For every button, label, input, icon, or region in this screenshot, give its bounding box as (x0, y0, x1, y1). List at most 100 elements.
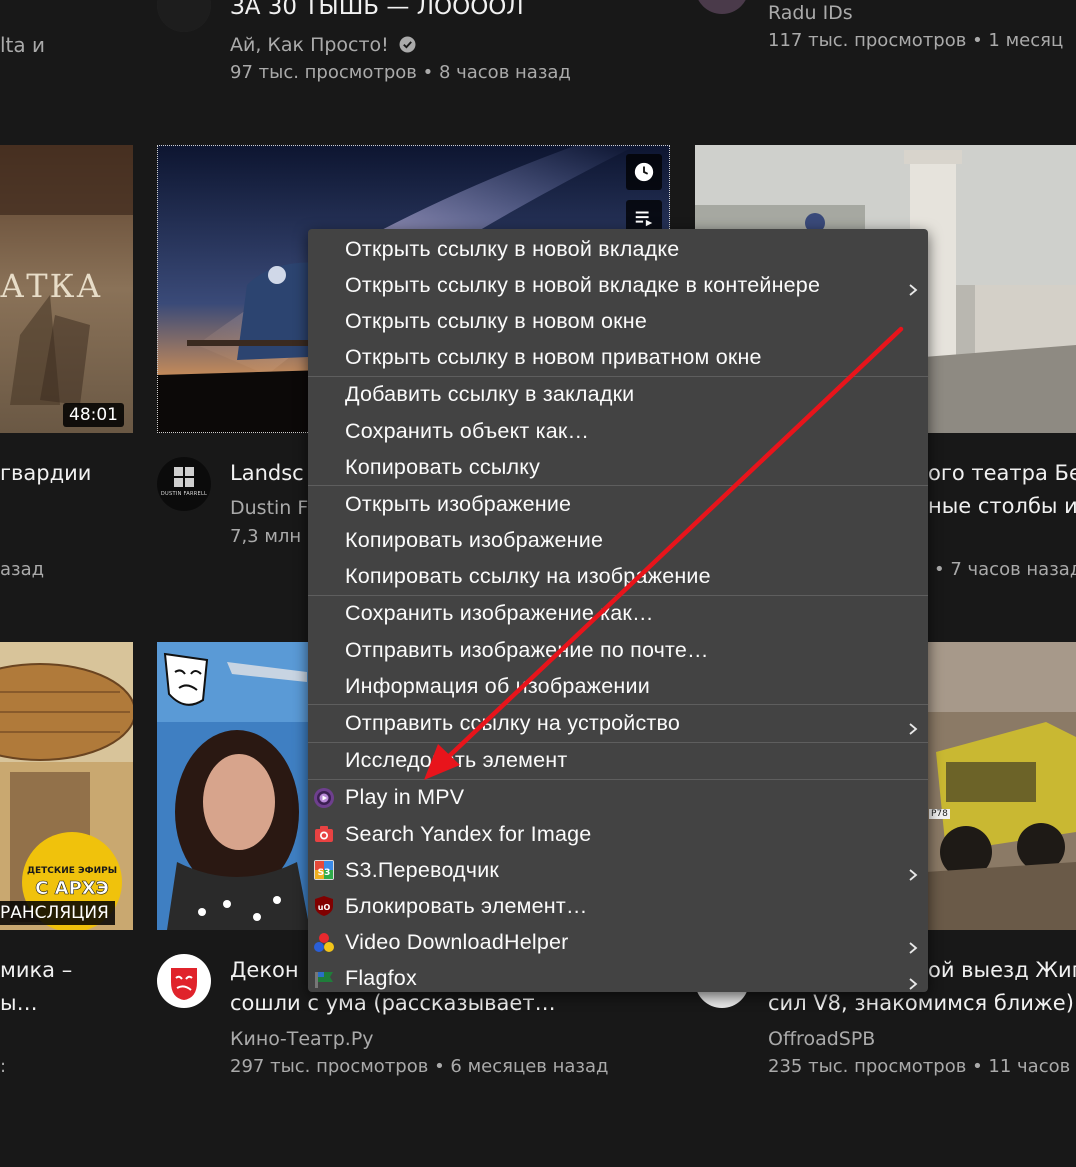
verified-icon (399, 36, 416, 53)
menu-item-0-0[interactable]: Открыть ссылку в новой вкладке (308, 231, 928, 267)
menu-item-0-2[interactable]: Открыть ссылку в новом окне (308, 303, 928, 339)
menu-item-3-0[interactable]: Сохранить изображение как… (308, 596, 928, 632)
video-meta: 7,3 млн (230, 526, 302, 547)
thumbnail-image (157, 642, 310, 930)
s3-translator-icon: S3 (313, 859, 335, 881)
video-meta: 235 тыс. просмотров • 11 часов (768, 1056, 1071, 1077)
channel-name[interactable]: Кино-Театр.Ру (230, 1028, 374, 1050)
video-downloadhelper-icon (313, 932, 335, 954)
menu-item-2-0[interactable]: Открыть изображение (308, 486, 928, 522)
menu-item-label: Открыть ссылку в новом приватном окне (345, 345, 762, 370)
avatar-image (157, 0, 211, 32)
video-meta: • 7 часов назад (934, 559, 1076, 580)
avatar-image (174, 467, 194, 487)
menu-item-label: Play in MPV (345, 785, 465, 810)
menu-item-6-4[interactable]: Video DownloadHelper (308, 925, 928, 961)
thumbnail-image (926, 642, 1076, 930)
menu-item-label: Отправить ссылку на устройство (345, 711, 681, 736)
menu-item-6-3[interactable]: uO Блокировать элемент… (308, 888, 928, 924)
menu-item-label: Сохранить изображение как… (345, 601, 654, 626)
svg-text:S3: S3 (318, 868, 331, 878)
menu-item-0-1[interactable]: Открыть ссылку в новой вкладке в контейн… (308, 267, 928, 303)
menu-item-label: Открыть ссылку в новой вкладке в контейн… (345, 272, 821, 297)
license-plate: Р78 (929, 809, 950, 819)
video-title-line[interactable]: ные столбы и (928, 494, 1076, 518)
menu-item-3-1[interactable]: Отправить изображение по почте… (308, 632, 928, 668)
menu-item-2-1[interactable]: Копировать изображение (308, 523, 928, 559)
mpv-icon (313, 787, 335, 809)
chevron-right-icon (906, 278, 920, 296)
channel-name[interactable]: Dustin F (230, 497, 308, 519)
menu-item-label: Исследовать элемент (345, 748, 568, 773)
menu-item-1-1[interactable]: Сохранить объект как… (308, 413, 928, 449)
menu-item-6-1[interactable]: Search Yandex for Image (308, 816, 928, 852)
video-title[interactable]: ЗА 30 ТЫШЬ — ЛООООЛ (230, 0, 524, 20)
menu-item-1-0[interactable]: Добавить ссылку в закладки (308, 377, 928, 413)
menu-item-label: Открыть изображение (345, 491, 572, 516)
video-title-line[interactable]: ой выезд Жиг (928, 958, 1076, 982)
video-meta: 117 тыс. просмотров • 1 месяц (768, 30, 1064, 51)
menu-item-label: Video DownloadHelper (345, 930, 569, 955)
menu-item-label: Копировать ссылку на изображение (345, 564, 711, 589)
video-meta: 297 тыс. просмотров • 6 месяцев назад (230, 1056, 609, 1077)
menu-item-label: Открыть ссылку в новом окне (345, 308, 647, 333)
camera-icon (313, 823, 335, 845)
context-menu: Открыть ссылку в новой вкладке Открыть сс… (308, 229, 928, 992)
menu-item-2-2[interactable]: Копировать ссылку на изображение (308, 559, 928, 595)
flagfox-icon (313, 968, 335, 990)
video-title-fragment[interactable]: гвардии (0, 461, 91, 485)
menu-item-4-0[interactable]: Отправить ссылку на устройство (308, 705, 928, 741)
video-thumbnail[interactable] (157, 642, 310, 930)
ublock-icon: uO (313, 895, 335, 917)
chevron-right-icon (906, 972, 920, 990)
video-thumbnail[interactable]: АТКА 48:01 (0, 145, 133, 433)
video-title-line[interactable]: Декон (230, 958, 299, 982)
menu-item-label: Search Yandex for Image (345, 821, 592, 846)
svg-text:uO: uO (318, 903, 331, 912)
video-thumbnail[interactable]: Р78 (926, 642, 1076, 930)
menu-item-label: Информация об изображении (345, 673, 650, 698)
video-title-fragment[interactable]: lta и (0, 33, 45, 57)
clock-icon (634, 162, 654, 182)
menu-item-1-2[interactable]: Копировать ссылку (308, 449, 928, 485)
menu-item-label: Сохранить объект как… (345, 418, 590, 443)
menu-item-0-3[interactable]: Открыть ссылку в новом приватном окне (308, 340, 928, 376)
menu-item-label: Отправить изображение по почте… (345, 637, 709, 662)
menu-item-label: Копировать изображение (345, 528, 604, 553)
menu-item-label: Копировать ссылку (345, 454, 541, 479)
menu-item-label: Добавить ссылку в закладки (345, 382, 635, 407)
menu-item-label: Открыть ссылку в новой вкладке (345, 236, 680, 261)
channel-name[interactable]: Radu IDs (768, 2, 853, 24)
video-thumbnail[interactable]: ДЕТСКИЕ ЭФИРЫ С АРХЭ РАНСЛЯЦИЯ (0, 642, 133, 930)
menu-item-6-2[interactable]: S3 S3.Переводчик (308, 852, 928, 888)
video-meta-fragment: : (0, 1056, 7, 1077)
channel-name[interactable]: Ай, Как Просто! (230, 34, 416, 56)
menu-item-6-0[interactable]: Play in MPV (308, 780, 928, 816)
menu-item-label: S3.Переводчик (345, 857, 500, 882)
channel-name[interactable]: OffroadSPB (768, 1028, 875, 1050)
queue-icon (635, 211, 653, 227)
video-title-line[interactable]: мика – (0, 958, 72, 982)
video-title-line[interactable]: ого театра Бел (928, 461, 1076, 485)
video-title[interactable]: Landsc (230, 461, 304, 485)
watch-later-button[interactable] (626, 154, 662, 190)
video-duration: 48:01 (63, 403, 124, 427)
chevron-right-icon (906, 936, 920, 954)
channel-avatar[interactable] (695, 0, 749, 14)
avatar-text: DUSTIN FARRELL (160, 491, 208, 497)
menu-item-3-2[interactable]: Информация об изображении (308, 668, 928, 704)
channel-avatar[interactable] (157, 954, 211, 1008)
menu-item-6-5[interactable]: Flagfox (308, 961, 928, 997)
badge-text: С АРХЭ (35, 878, 109, 900)
theater-mask-icon (171, 968, 197, 1000)
channel-name-text: Ай, Как Просто! (230, 34, 389, 56)
channel-avatar[interactable]: DUSTIN FARRELL (157, 457, 211, 511)
menu-item-5-0[interactable]: Исследовать элемент (308, 743, 928, 779)
chevron-right-icon (906, 863, 920, 881)
video-title-line[interactable]: ы… (0, 991, 38, 1015)
menu-item-label: Блокировать элемент… (345, 893, 588, 918)
chevron-right-icon (906, 717, 920, 735)
channel-avatar[interactable] (157, 0, 211, 32)
thumbnail-text: АТКА (0, 267, 103, 305)
video-meta: 97 тыс. просмотров • 8 часов назад (230, 62, 571, 83)
